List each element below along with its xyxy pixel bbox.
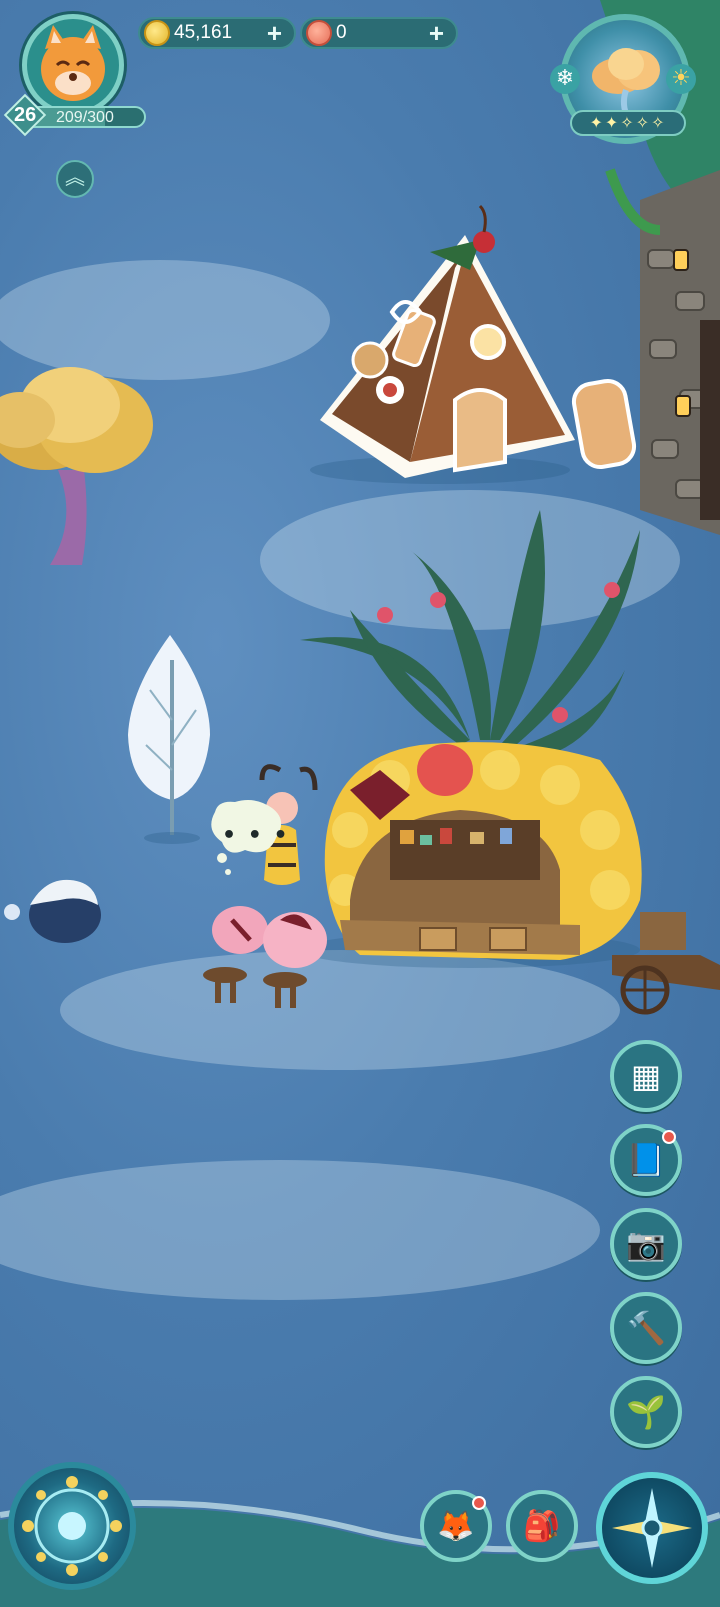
moon-phase-dial[interactable] (8, 1462, 136, 1590)
player-avatar-button[interactable] (22, 14, 124, 116)
backpack-icon: 🎒 (523, 1508, 561, 1544)
pet-button[interactable]: 🦊 (420, 1490, 492, 1562)
shell-counter[interactable]: 0 + (300, 17, 458, 49)
add-shells-button[interactable]: + (429, 20, 444, 46)
shell-amount: 0 (336, 22, 347, 43)
snowflake-icon: ❄ (550, 64, 580, 94)
chat-bubble-dots: • • • (222, 823, 290, 848)
notification-dot (662, 1130, 676, 1144)
camera-button[interactable]: 📷 (610, 1208, 682, 1280)
stone-tower[interactable] (605, 168, 720, 535)
add-coins-button[interactable]: + (267, 20, 282, 46)
golden-tree[interactable] (0, 367, 153, 565)
snowy-rock[interactable] (4, 879, 101, 943)
compass-icon (612, 1488, 692, 1568)
coin-counter[interactable]: 45,161 + (138, 17, 296, 49)
weather-stars: ✦✦✧✧✧ (570, 110, 686, 136)
catalog-button[interactable]: ▦ (610, 1040, 682, 1112)
notification-dot (472, 1496, 486, 1510)
book-icon: 📘 (626, 1141, 666, 1179)
planting-button[interactable]: 🌱 (610, 1376, 682, 1448)
coin-icon (144, 20, 170, 46)
wooden-cart[interactable] (612, 912, 720, 1015)
fox-icon: 🦊 (437, 1508, 475, 1544)
hammer-icon: 🔨 (626, 1309, 666, 1347)
game-scene[interactable] (0, 0, 720, 1607)
compass-button[interactable] (596, 1472, 708, 1584)
catalog-icon: ▦ (630, 1057, 662, 1095)
snowy-tree[interactable] (128, 635, 210, 844)
camera-icon: 📷 (626, 1225, 666, 1263)
xp-text: 209/300 (56, 109, 114, 126)
sprout-icon: 🌱 (626, 1393, 666, 1431)
level-number: 26 (14, 104, 37, 126)
guide-book-button[interactable]: 📘 (610, 1124, 682, 1196)
gingerbread-house[interactable] (310, 204, 637, 484)
expand-menu-button[interactable]: ︽ (56, 160, 94, 198)
backpack-button[interactable]: 🎒 (506, 1490, 578, 1562)
sun-icon: ☀ (666, 64, 696, 94)
double-chevron-up-icon: ︽ (65, 165, 85, 189)
fox-avatar-icon (41, 25, 105, 101)
coin-amount: 45,161 (174, 22, 233, 43)
moon-dial-icon (22, 1476, 122, 1576)
shell-icon (306, 20, 332, 46)
auction-hammer-button[interactable]: 🔨 (610, 1292, 682, 1364)
